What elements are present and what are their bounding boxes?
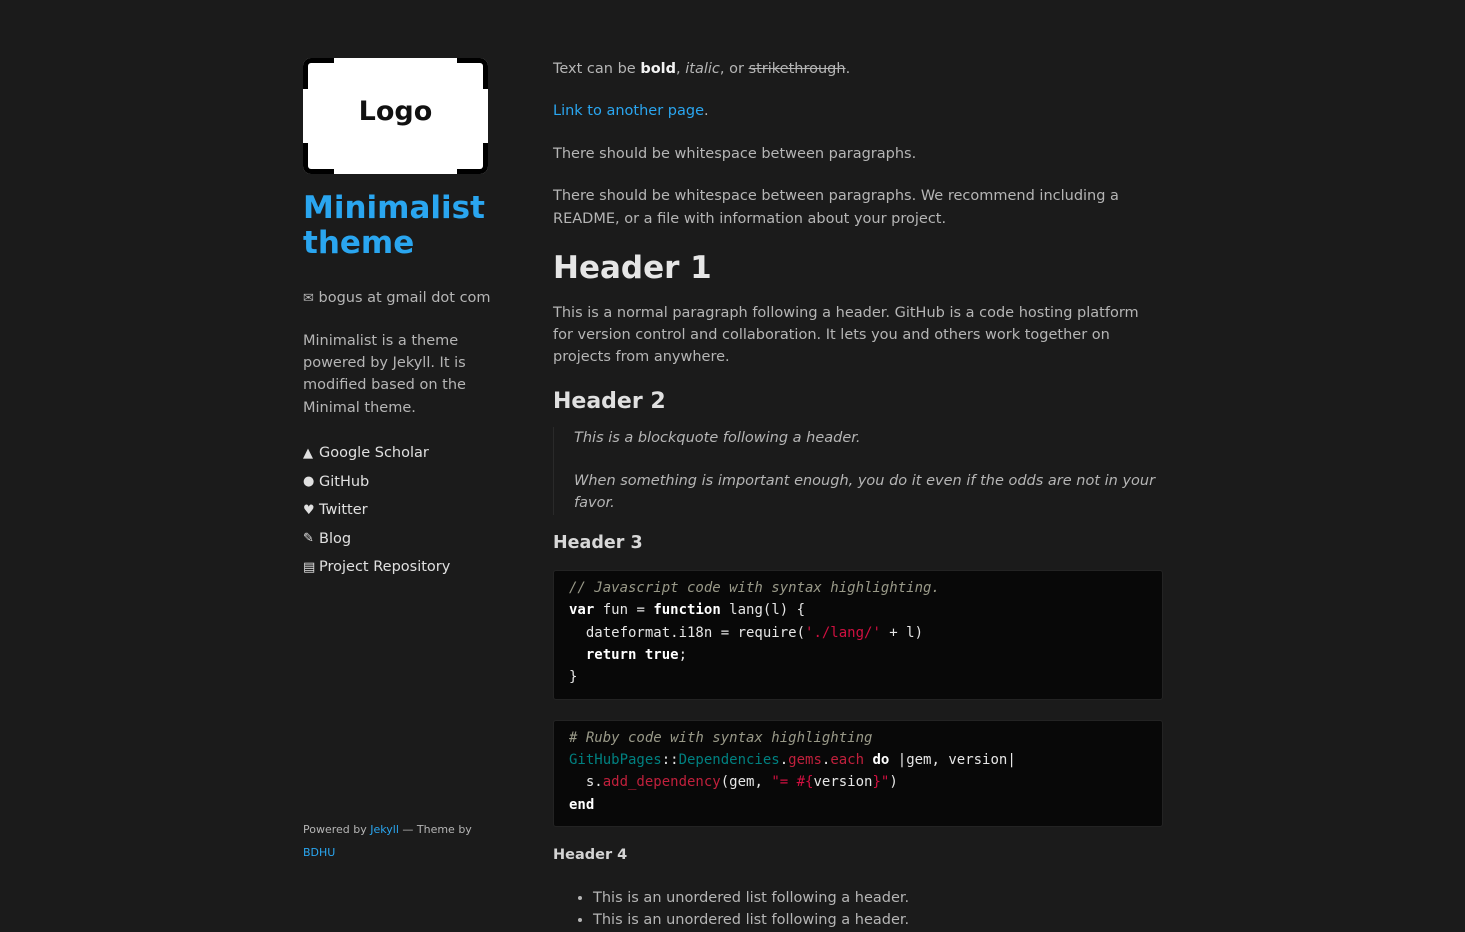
header-2: Header 2 <box>553 388 666 414</box>
italic-text: italic <box>685 61 720 77</box>
site-description: Minimalist is a theme powered by Jekyll.… <box>303 332 466 416</box>
sidebar-link-twitter[interactable]: ♥ Twitter <box>303 496 493 525</box>
another-page-link[interactable]: Link to another page <box>553 103 704 119</box>
list-item: This is an unordered list following a he… <box>593 909 1163 932</box>
paragraph: There should be whitespace between parag… <box>553 188 1119 227</box>
logo-corner <box>457 58 488 89</box>
ruby-code-block: # Ruby code with syntax highlighting Git… <box>553 719 1163 828</box>
strikethrough-text: strikethrough <box>748 61 846 77</box>
unordered-list: This is an unordered list following a he… <box>553 887 1163 932</box>
envelope-icon: ✉ <box>303 291 314 307</box>
site-title[interactable]: Minimalist theme <box>303 190 493 261</box>
quote-line: This is a blockquote following a header. <box>574 430 861 447</box>
paragraph: This is a normal paragraph following a h… <box>553 304 1139 366</box>
quote-line: When something is important enough, you … <box>574 472 1156 512</box>
header-1: Header 1 <box>553 250 712 287</box>
blockquote: This is a blockquote following a header.… <box>553 427 1163 515</box>
header-4: Header 4 <box>553 847 628 864</box>
footer-text: — Theme by <box>402 823 472 836</box>
logo-text: Logo <box>358 96 433 127</box>
logo-corner <box>303 143 334 174</box>
email: ✉ bogus at gmail dot com <box>303 287 493 309</box>
sidebar-footer: Powered by Jekyll — Theme by BDHU <box>303 818 483 864</box>
github-icon: ● <box>303 474 315 490</box>
graduation-cap-icon: ▲ <box>303 445 313 461</box>
logo[interactable]: Logo <box>303 58 488 174</box>
logo-corner <box>303 58 334 89</box>
header-3: Header 3 <box>553 532 643 553</box>
paragraph: There should be whitespace between parag… <box>553 145 917 162</box>
list-item: This is an unordered list following a he… <box>593 887 1163 910</box>
email-text: bogus at gmail dot com <box>318 290 491 307</box>
sidebar-link-project-repository[interactable]: ▤ Project Repository <box>303 553 493 582</box>
sidebar-link-blog[interactable]: ✎ Blog <box>303 525 493 554</box>
sidebar-links: ▲ Google Scholar ● GitHub ♥ Twitter ✎ Blog ▤… <box>303 439 493 582</box>
sidebar-link-github[interactable]: ● GitHub <box>303 468 493 497</box>
bdhu-link[interactable]: BDHU <box>303 846 335 859</box>
javascript-code-block: // Javascript code with syntax highlight… <box>553 569 1163 700</box>
logo-corner <box>457 143 488 174</box>
pencil-icon: ✎ <box>303 531 314 547</box>
sidebar-link-google-scholar[interactable]: ▲ Google Scholar <box>303 439 493 468</box>
archive-icon: ▤ <box>303 559 316 575</box>
bold-text: bold <box>640 61 677 77</box>
main-content: Text can be bold, italic, or strikethrou… <box>553 58 1163 932</box>
sidebar: Logo Minimalist theme ✉ bogus at gmail d… <box>303 58 493 582</box>
footer-text: Powered by <box>303 823 367 836</box>
twitter-icon: ♥ <box>303 502 315 518</box>
link-paragraph: Link to another page. <box>553 103 709 120</box>
jekyll-link[interactable]: Jekyll <box>370 823 399 836</box>
formatting-paragraph: Text can be bold, italic, or strikethrou… <box>553 61 851 77</box>
